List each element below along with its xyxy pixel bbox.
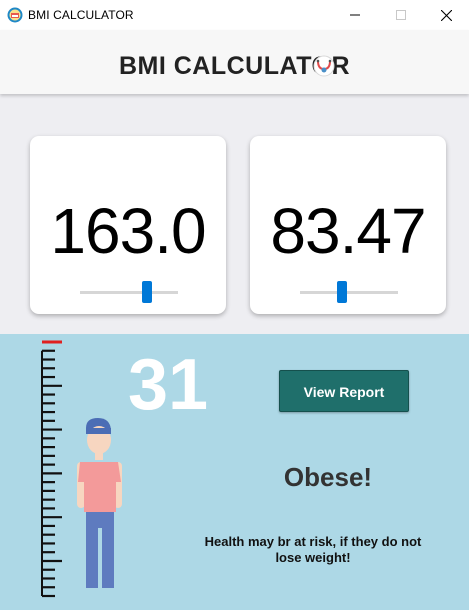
page-title: BMI CALCULATOR: [118, 52, 351, 80]
window-titlebar: BMI CALCULATOR: [0, 0, 469, 30]
height-value: 163.0: [50, 195, 206, 267]
height-card: 163.0: [30, 136, 226, 314]
ruler-scale-icon: [41, 340, 62, 598]
weight-card: 83.47: [250, 136, 446, 314]
app-icon: [7, 7, 23, 23]
minimize-icon: [350, 14, 360, 16]
window-title: BMI CALCULATOR: [28, 8, 134, 22]
view-report-button[interactable]: View Report: [279, 370, 409, 412]
person-figure-icon: [77, 418, 122, 588]
height-slider-thumb[interactable]: [141, 281, 152, 303]
app-header: BMI CALCULATOR: [0, 30, 469, 94]
health-message: Health may br at risk, if they do not lo…: [204, 534, 422, 565]
maximize-icon: [396, 10, 406, 20]
weight-slider-thumb[interactable]: [336, 281, 347, 303]
stethoscope-icon: [313, 55, 335, 77]
close-icon: [441, 10, 452, 21]
bmi-value: 31: [127, 345, 209, 425]
close-button[interactable]: [423, 0, 469, 30]
result-panel: 31 View Report Obese! Health may br at r…: [0, 334, 469, 610]
bmi-status-label: Obese!: [283, 462, 373, 492]
weight-slider-track[interactable]: [300, 291, 398, 294]
input-panel: 163.0 83.47: [0, 94, 469, 334]
maximize-button[interactable]: [378, 0, 424, 30]
minimize-button[interactable]: [332, 0, 378, 30]
weight-value: 83.47: [270, 195, 426, 267]
height-slider-track[interactable]: [80, 291, 178, 294]
